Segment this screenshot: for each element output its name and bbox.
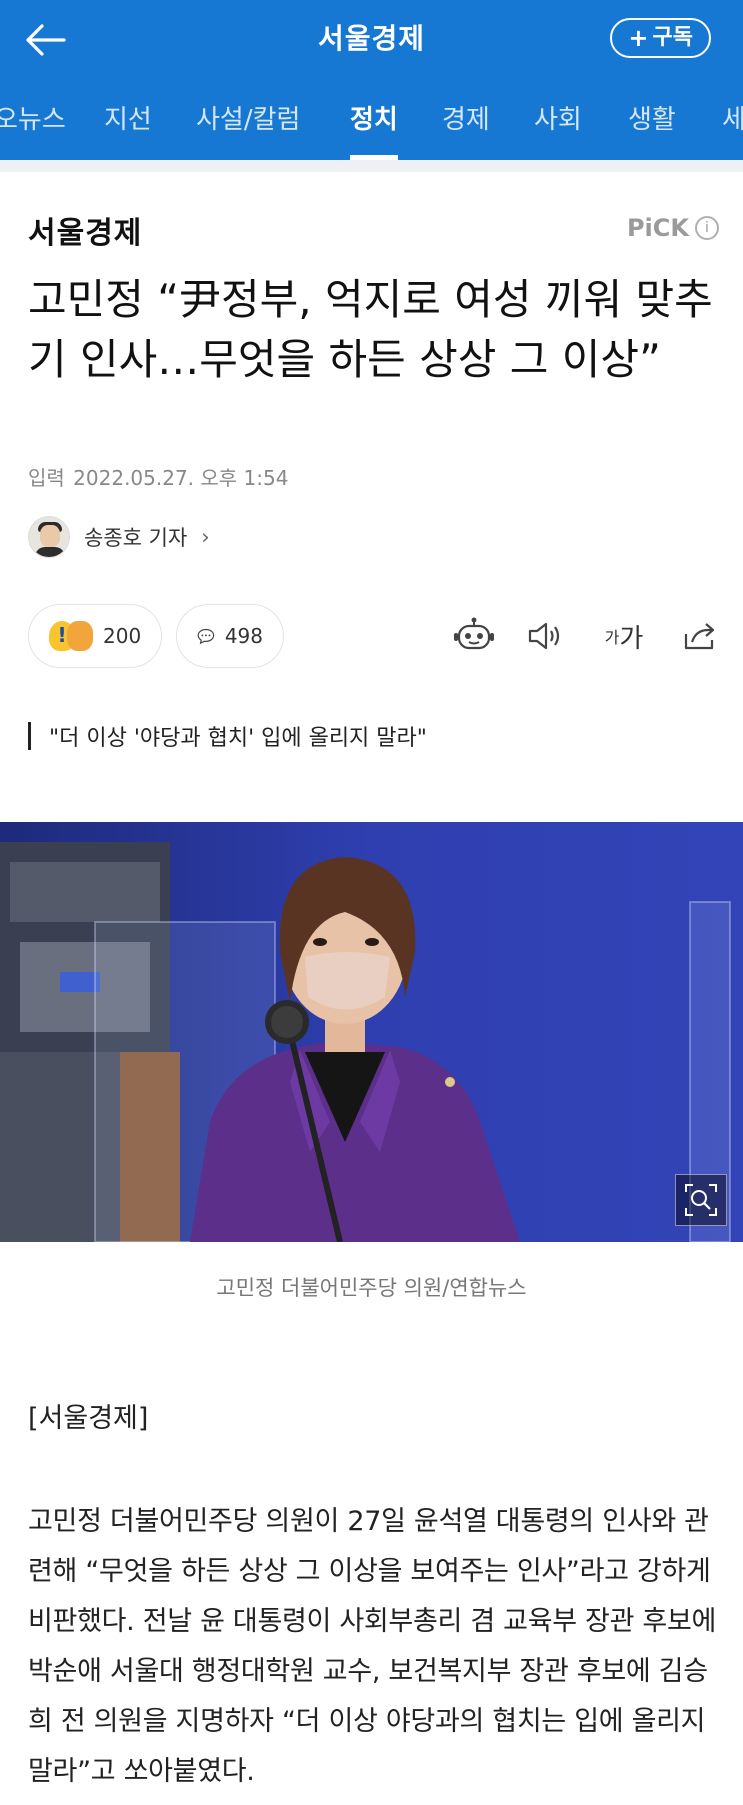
reaction-emoji-icon: ! bbox=[49, 621, 93, 651]
tab-society[interactable]: 사회 bbox=[534, 80, 582, 160]
tab-politics[interactable]: 정치 bbox=[350, 80, 398, 160]
article-subheading: "더 이상 '야당과 협치' 입에 올리지 말라" bbox=[28, 720, 427, 752]
pick-badge[interactable]: PiCK i bbox=[627, 214, 719, 242]
article-photo[interactable] bbox=[0, 822, 743, 1242]
tab-news[interactable]: 오뉴스 bbox=[0, 80, 66, 160]
tab-economy[interactable]: 경제 bbox=[442, 80, 490, 160]
date-value: 2022.05.27. 오후 1:54 bbox=[73, 466, 289, 490]
subheading-text: "더 이상 '야당과 협치' 입에 올리지 말라" bbox=[49, 726, 427, 751]
comment-button[interactable]: 498 bbox=[176, 604, 284, 668]
avatar bbox=[28, 516, 70, 558]
subscribe-button[interactable]: + 구독 bbox=[610, 18, 711, 58]
robot-icon bbox=[454, 617, 494, 650]
quote-bar bbox=[28, 722, 31, 750]
font-size-button[interactable]: 가가 bbox=[596, 612, 652, 660]
comment-count: 498 bbox=[224, 624, 263, 648]
tab-world[interactable]: 세 bbox=[722, 80, 743, 160]
info-icon: i bbox=[695, 216, 719, 240]
tab-local-election[interactable]: 지선 bbox=[104, 80, 152, 160]
share-icon bbox=[684, 623, 715, 650]
share-button[interactable] bbox=[676, 612, 724, 660]
reporter-name: 송종호 기자 bbox=[84, 526, 188, 550]
divider bbox=[0, 160, 743, 172]
plus-icon: + bbox=[628, 24, 649, 52]
app-header: 서울경제 + 구독 bbox=[0, 0, 743, 80]
text-to-speech-button[interactable] bbox=[522, 612, 570, 660]
section-tabs: 오뉴스 지선 사설/칼럼 정치 경제 사회 생활 세 bbox=[0, 80, 743, 160]
pick-label: PiCK bbox=[626, 214, 689, 242]
reaction-button[interactable]: ! 200 bbox=[28, 604, 162, 668]
date-label: 입력 bbox=[28, 466, 65, 490]
font-size-large-label: 가 bbox=[619, 623, 644, 654]
publish-date: 입력 2022.05.27. 오후 1:54 bbox=[28, 462, 288, 491]
comment-icon bbox=[197, 628, 215, 645]
reaction-count: 200 bbox=[103, 624, 142, 648]
photo-illustration bbox=[0, 822, 743, 1242]
subscribe-label: 구독 bbox=[652, 25, 693, 50]
font-size-small-label: 가 bbox=[604, 628, 620, 647]
reporter-link[interactable]: 송종호 기자 › bbox=[28, 516, 210, 558]
speaker-icon bbox=[528, 622, 560, 650]
summary-bot-button[interactable] bbox=[450, 612, 498, 660]
article-paragraph: 고민정 더불어민주당 의원이 27일 윤석열 대통령의 인사와 관련해 “무엇을… bbox=[28, 1506, 717, 1787]
article-source: [서울경제] bbox=[28, 1403, 149, 1434]
zoom-button[interactable] bbox=[675, 1174, 727, 1226]
tab-editorial[interactable]: 사설/칼럼 bbox=[196, 80, 300, 160]
article-headline: 고민정 “尹정부, 억지로 여성 끼워 맞추기 인사…무엇을 하든 상상 그 이… bbox=[28, 275, 713, 384]
press-name[interactable]: 서울경제 bbox=[28, 208, 142, 252]
photo-caption: 고민정 더불어민주당 의원/연합뉴스 bbox=[216, 1276, 527, 1300]
chevron-right-icon: › bbox=[201, 525, 210, 549]
tab-living[interactable]: 생활 bbox=[628, 80, 676, 160]
zoom-icon bbox=[685, 1184, 717, 1216]
